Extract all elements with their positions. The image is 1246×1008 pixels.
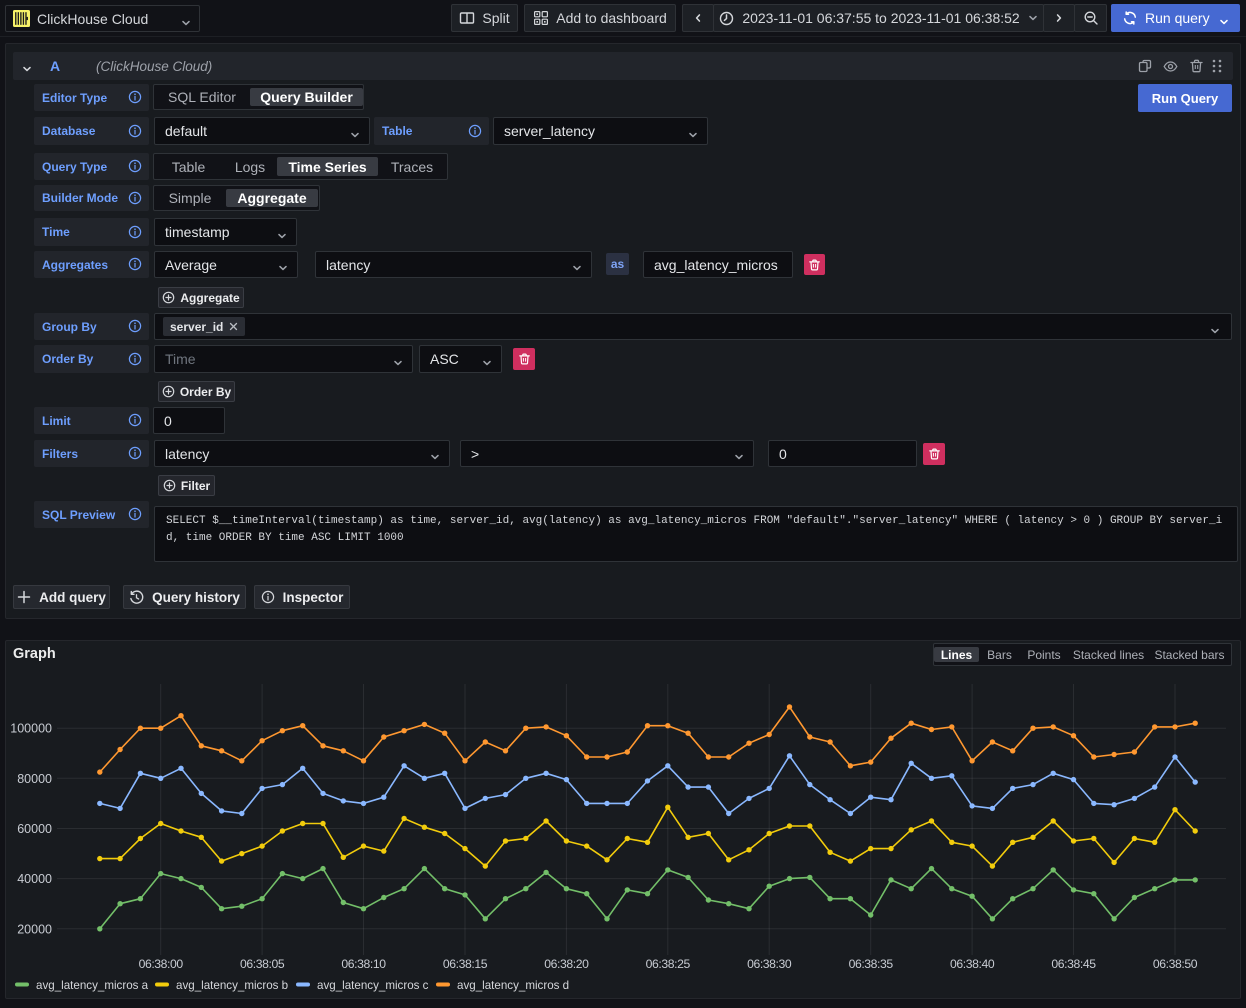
svg-text:avg_latency_micros d: avg_latency_micros d bbox=[457, 979, 569, 992]
svg-text:avg_latency_micros c: avg_latency_micros c bbox=[317, 979, 429, 992]
svg-text:06:38:35: 06:38:35 bbox=[849, 957, 894, 971]
svg-text:06:38:45: 06:38:45 bbox=[1051, 957, 1096, 971]
svg-text:06:38:30: 06:38:30 bbox=[747, 957, 792, 971]
svg-text:06:38:00: 06:38:00 bbox=[139, 957, 184, 971]
svg-text:06:38:40: 06:38:40 bbox=[950, 957, 995, 971]
svg-text:06:38:05: 06:38:05 bbox=[240, 957, 285, 971]
svg-text:60000: 60000 bbox=[17, 822, 52, 836]
svg-text:06:38:50: 06:38:50 bbox=[1153, 957, 1198, 971]
svg-text:100000: 100000 bbox=[10, 722, 52, 736]
svg-text:06:38:25: 06:38:25 bbox=[646, 957, 691, 971]
svg-text:06:38:15: 06:38:15 bbox=[443, 957, 488, 971]
svg-text:avg_latency_micros b: avg_latency_micros b bbox=[176, 979, 288, 992]
svg-text:80000: 80000 bbox=[17, 772, 52, 786]
svg-text:06:38:20: 06:38:20 bbox=[544, 957, 589, 971]
svg-text:20000: 20000 bbox=[17, 922, 52, 936]
svg-text:avg_latency_micros a: avg_latency_micros a bbox=[36, 979, 149, 992]
svg-text:40000: 40000 bbox=[17, 872, 52, 886]
svg-text:06:38:10: 06:38:10 bbox=[341, 957, 386, 971]
